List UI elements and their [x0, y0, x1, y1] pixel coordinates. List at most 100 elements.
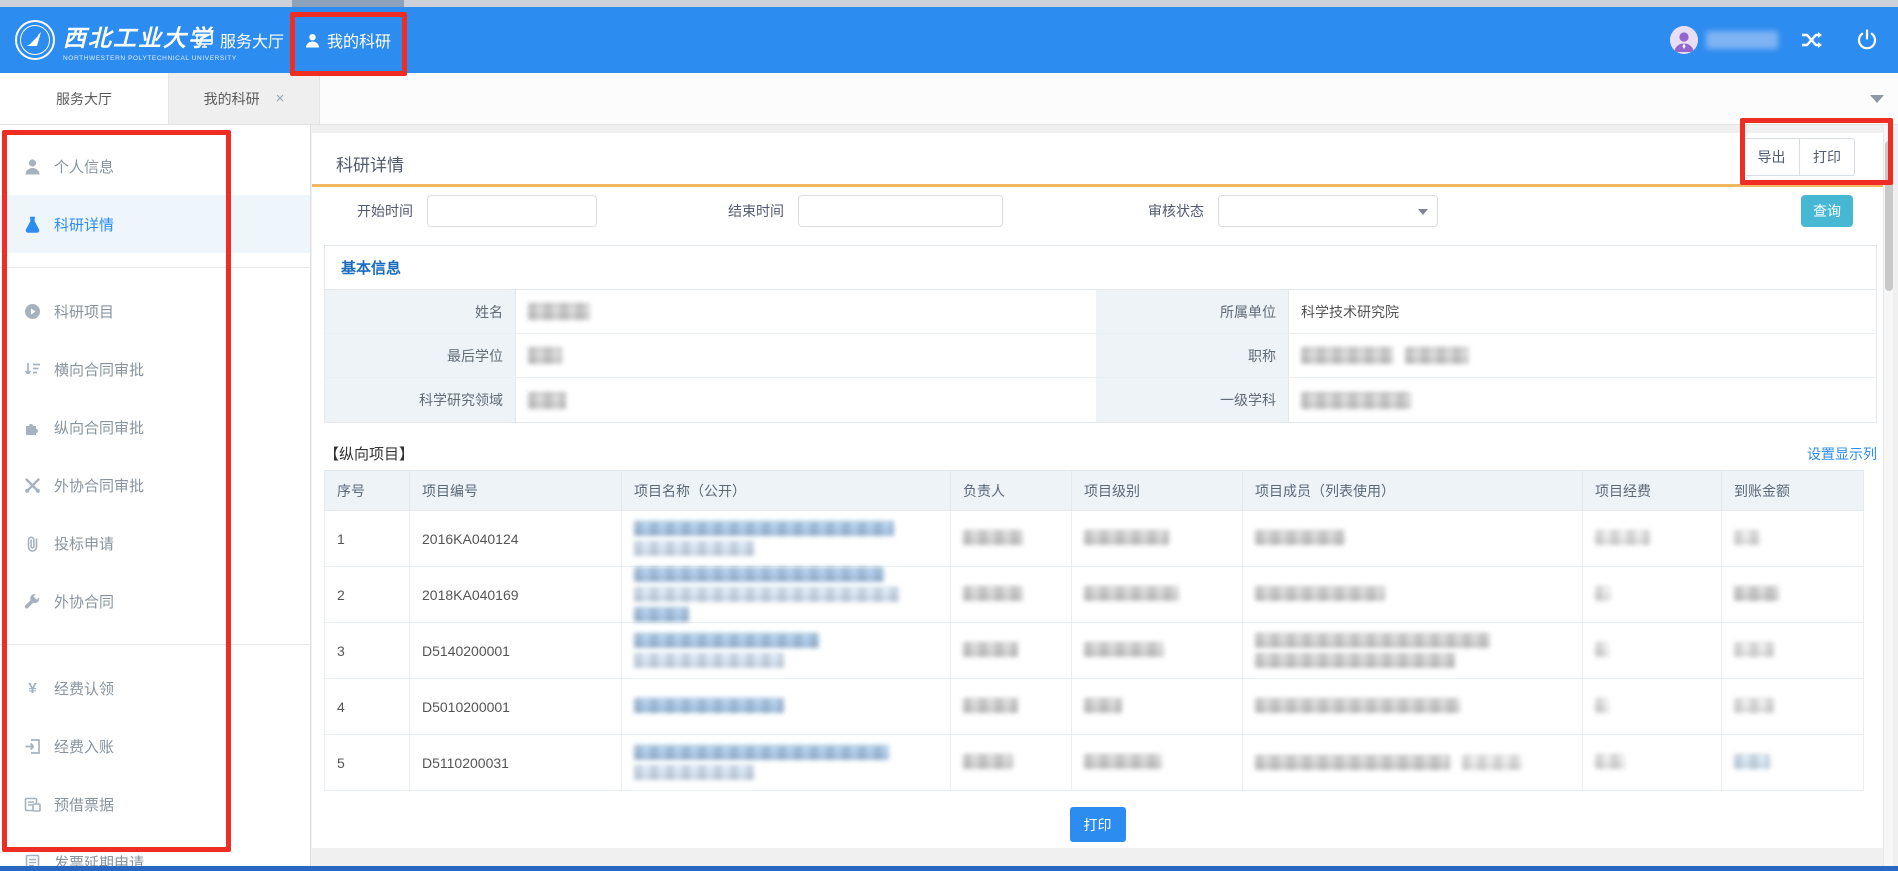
vertical-scrollbar[interactable] — [1883, 125, 1893, 871]
sidebar-item-horizontal-contract-approval[interactable]: 横向合同审批 — [0, 340, 310, 398]
col-project-funds: 项目经费 — [1583, 471, 1722, 511]
cell-leader-redacted — [951, 735, 1072, 791]
vertical-projects-title: 【纵向项目】 — [324, 443, 414, 464]
discipline-label: 一级学科 — [1097, 378, 1289, 422]
cell-received-redacted — [1722, 567, 1864, 623]
cell-project-name-redacted[interactable] — [622, 511, 951, 567]
filter-bar: 开始时间 结束时间 审核状态 查询 — [312, 187, 1883, 231]
field-value-redacted — [516, 378, 1097, 422]
nav-service-hall[interactable]: 服务大厅 — [196, 7, 284, 73]
vertical-projects-table: 序号 项目编号 项目名称（公开） 负责人 项目级别 项目成员（列表使用） 项目经… — [324, 470, 1864, 791]
cell-funds-redacted — [1583, 567, 1722, 623]
title-value-redacted — [1289, 334, 1876, 378]
tab-close-icon[interactable]: × — [276, 90, 285, 107]
cell-members-redacted — [1243, 679, 1583, 735]
sidebar-item-bid-application[interactable]: 投标申请 — [0, 514, 310, 572]
cell-project-name-redacted[interactable] — [622, 623, 951, 679]
logout-button[interactable] — [1856, 29, 1878, 51]
avatar-person-icon — [1670, 26, 1698, 54]
cell-index: 1 — [325, 511, 410, 567]
start-time-label: 开始时间 — [357, 201, 413, 221]
col-project-code: 项目编号 — [410, 471, 622, 511]
scrollbar-thumb[interactable] — [1885, 141, 1893, 291]
user-icon — [305, 33, 320, 48]
enter-door-icon — [24, 738, 41, 755]
sidebar-item-label: 个人信息 — [54, 156, 114, 177]
sidebar-item-label: 纵向合同审批 — [54, 417, 144, 438]
sidebar-item-outsourcing-contract-approval[interactable]: 外协合同审批 — [0, 456, 310, 514]
discipline-value-redacted — [1289, 378, 1876, 422]
page-title: 科研详情 — [336, 151, 404, 176]
cell-level-redacted — [1072, 511, 1243, 567]
power-icon — [1856, 29, 1878, 51]
degree-value-redacted — [516, 334, 1097, 378]
sidebar-item-funds-claim[interactable]: ¥ 经费认领 — [0, 659, 310, 717]
sidebar-item-label: 投标申请 — [54, 533, 114, 554]
basic-info-grid: 姓名 所属单位 科学技术研究院 最后学位 职称 科学研究领域 一级学科 — [325, 290, 1876, 422]
sidebar-item-vertical-contract-approval[interactable]: 纵向合同审批 — [0, 398, 310, 456]
sidebar-item-funds-posting[interactable]: 经费入账 — [0, 717, 310, 775]
user-area — [1670, 26, 1898, 54]
table-row: 5 D5110200031 — [325, 735, 1864, 791]
sidebar-item-research-project[interactable]: 科研项目 — [0, 282, 310, 340]
cell-level-redacted — [1072, 623, 1243, 679]
sidebar-item-personal-info[interactable]: 个人信息 — [0, 137, 310, 195]
audit-status-label: 审核状态 — [1148, 201, 1204, 221]
sidebar-item-label: 科研项目 — [54, 301, 114, 322]
nav-my-research-label: 我的科研 — [327, 28, 391, 52]
audit-status-select[interactable] — [1218, 195, 1438, 227]
user-avatar[interactable] — [1670, 26, 1698, 54]
col-received-amount: 到账金额 — [1722, 471, 1864, 511]
main-content: 科研详情 导出 打印 开始时间 结束时间 审核状态 查询 基本信息 姓名 所属单… — [312, 125, 1898, 871]
monitor-icon — [196, 32, 213, 49]
puzzle-icon — [24, 419, 41, 436]
tab-list-dropdown-icon[interactable] — [1870, 95, 1884, 103]
unit-label: 所属单位 — [1097, 290, 1289, 334]
cell-members-redacted — [1243, 567, 1583, 623]
col-project-name: 项目名称（公开） — [622, 471, 951, 511]
set-display-columns-link[interactable]: 设置显示列 — [1807, 444, 1877, 464]
tab-my-research[interactable]: 我的科研 × — [169, 73, 320, 124]
cell-project-name-redacted[interactable] — [622, 567, 951, 623]
cell-index: 3 — [325, 623, 410, 679]
sidebar-item-label: 横向合同审批 — [54, 359, 144, 380]
sidebar-item-advance-invoice[interactable]: 预借票据 — [0, 775, 310, 833]
crossed-tools-icon — [24, 477, 41, 494]
nav-my-research[interactable]: 我的科研 — [298, 7, 398, 73]
name-label: 姓名 — [325, 290, 516, 334]
cell-members-redacted — [1243, 623, 1583, 679]
nav-service-hall-label: 服务大厅 — [220, 28, 284, 52]
sidebar-item-outsourcing-contract[interactable]: 外协合同 — [0, 572, 310, 630]
start-time-input[interactable] — [427, 195, 597, 227]
cell-level-redacted — [1072, 735, 1243, 791]
table-row: 3 D5140200001 — [325, 623, 1864, 679]
cell-level-redacted — [1072, 679, 1243, 735]
sidebar-item-label: 外协合同审批 — [54, 475, 144, 496]
title-label: 职称 — [1097, 334, 1289, 378]
unit-value: 科学技术研究院 — [1289, 290, 1876, 334]
university-emblem-icon — [14, 19, 56, 61]
cell-leader-redacted — [951, 567, 1072, 623]
export-print-toolbar: 导出 打印 — [1743, 138, 1855, 176]
end-time-input[interactable] — [798, 195, 1003, 227]
tab-bar: 服务大厅 我的科研 × — [0, 73, 1898, 125]
cell-project-code: 2016KA040124 — [410, 511, 622, 567]
footer-print-button[interactable]: 打印 — [1070, 807, 1126, 842]
sidebar-item-research-detail[interactable]: 科研详情 — [0, 195, 310, 253]
switch-system-button[interactable] — [1800, 30, 1822, 50]
print-button[interactable]: 打印 — [1799, 139, 1854, 175]
export-button[interactable]: 导出 — [1744, 139, 1799, 175]
tab-service-hall-label: 服务大厅 — [56, 89, 112, 109]
cell-funds-redacted — [1583, 511, 1722, 567]
cell-project-name-redacted[interactable] — [622, 679, 951, 735]
sidebar-item-label: 外协合同 — [54, 591, 114, 612]
degree-label: 最后学位 — [325, 334, 516, 378]
sidebar-item-label: 经费认领 — [54, 678, 114, 699]
cell-received-redacted — [1722, 511, 1864, 567]
cell-project-name-redacted[interactable] — [622, 735, 951, 791]
cell-level-redacted — [1072, 567, 1243, 623]
cell-index: 2 — [325, 567, 410, 623]
search-button[interactable]: 查询 — [1801, 195, 1853, 227]
cell-leader-redacted — [951, 623, 1072, 679]
tab-service-hall[interactable]: 服务大厅 — [0, 73, 169, 124]
